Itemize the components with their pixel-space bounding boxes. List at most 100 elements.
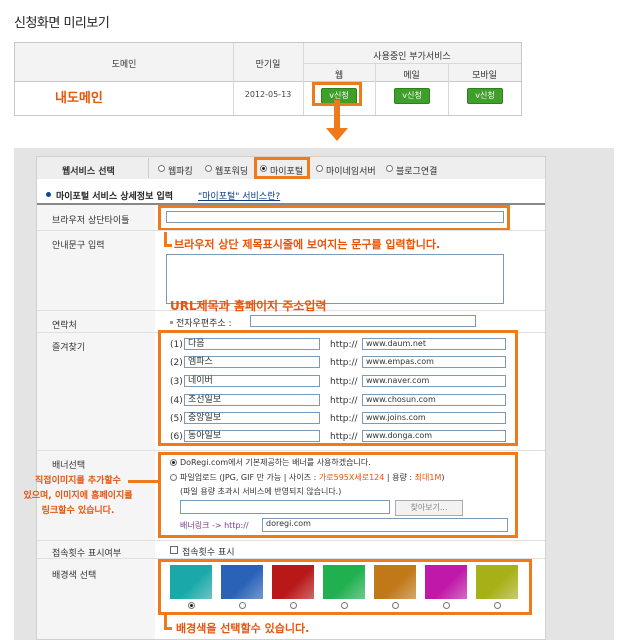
http-prefix: http:// xyxy=(330,377,358,387)
radio-webparking[interactable] xyxy=(158,165,165,172)
banner-option2: 파일업로드 (JPG, GIF 만 가능 | 사이즈 : 가로595X세로124… xyxy=(180,472,445,483)
divider xyxy=(37,450,545,451)
col-domain-header: 도메인 xyxy=(111,60,137,70)
http-prefix: http:// xyxy=(330,340,358,350)
divider xyxy=(37,540,545,541)
fav-url-input[interactable]: www.chosun.com xyxy=(362,394,506,406)
http-prefix: http:// xyxy=(330,396,358,406)
title-annotation: 브라우저 상단 제목표시줄에 보여지는 문구를 입력합니다. xyxy=(174,238,441,251)
bg-annotation: 배경색을 선택할수 있습니다. xyxy=(176,622,310,635)
banner-link-input[interactable]: doregi.com xyxy=(262,518,508,532)
fav-num: (1) xyxy=(170,340,183,350)
apply-mail-button[interactable]: v신청 xyxy=(394,88,430,104)
color-radio[interactable] xyxy=(443,602,450,609)
color-radio[interactable] xyxy=(239,602,246,609)
color-swatch[interactable] xyxy=(323,565,365,599)
opt-mynameserver: 마이네임서버 xyxy=(326,167,376,177)
email-label: 전자우편주소 : xyxy=(176,319,232,329)
upload-spec: | 용량 : xyxy=(384,473,415,482)
banner-label: 배너선택 xyxy=(52,461,86,471)
page-title: 신청화면 미리보기 xyxy=(14,16,110,31)
url-annotation: URL제목과 홈페이지 주소입력 xyxy=(170,299,327,313)
banner-option1: DoRegi.com에서 기본제공하는 배너를 사용하겠습니다. xyxy=(180,458,371,467)
domain-table: 도메인 만기일 사용중인 부가서비스 웹 메일 모바일 내도메인 2012-05… xyxy=(14,42,522,116)
email-input[interactable] xyxy=(250,315,476,327)
color-swatch[interactable] xyxy=(221,565,263,599)
fav-url-input[interactable]: www.donga.com xyxy=(362,430,506,442)
divider xyxy=(448,63,449,115)
http-prefix: http:// xyxy=(330,432,358,442)
fav-url-input[interactable]: www.empas.com xyxy=(362,356,506,368)
fav-url-input[interactable]: www.joins.com xyxy=(362,412,506,424)
divider xyxy=(37,230,545,231)
web-service-label: 웹서비스 선택 xyxy=(62,167,115,177)
section-bullet-icon xyxy=(46,192,51,197)
sub-col-mobile: 모바일 xyxy=(472,71,497,81)
annotation-line xyxy=(164,627,172,630)
fav-num: (2) xyxy=(170,358,183,368)
color-swatch[interactable] xyxy=(272,565,314,599)
fav-url-input[interactable]: www.naver.com xyxy=(362,375,506,387)
sub-col-mail: 메일 xyxy=(403,71,420,81)
highlight-myportal xyxy=(254,157,310,179)
upload-note: (파일 용량 초과시 서비스에 반영되지 않습니다.) xyxy=(180,487,342,496)
favorites-label: 즐겨찾기 xyxy=(52,343,86,353)
opt-blog: 블로그연결 xyxy=(396,167,438,177)
fav-name-input[interactable]: 동아일보 xyxy=(184,430,320,442)
fav-name-input[interactable]: 엠파스 xyxy=(184,356,320,368)
http-prefix: http:// xyxy=(330,414,358,424)
highlight-browser-title xyxy=(158,205,510,231)
color-radio[interactable] xyxy=(494,602,501,609)
fav-name-input[interactable]: 다음 xyxy=(184,338,320,350)
col-services-header: 사용중인 부가서비스 xyxy=(373,52,451,62)
color-radio[interactable] xyxy=(341,602,348,609)
banner-link-label: 배너링크 -> http:// xyxy=(180,521,249,530)
apply-mobile-button[interactable]: v신청 xyxy=(467,88,503,104)
opt-webparking: 웹파킹 xyxy=(168,167,193,177)
sub-col-web: 웹 xyxy=(334,71,344,81)
upload-spec: ) xyxy=(441,473,445,482)
annotation-line xyxy=(164,244,172,247)
radio-blog[interactable] xyxy=(386,165,393,172)
divider xyxy=(375,63,376,115)
color-radio[interactable] xyxy=(392,602,399,609)
fav-name-input[interactable]: 중앙일보 xyxy=(184,412,320,424)
file-path-input[interactable] xyxy=(180,500,390,514)
color-swatch[interactable] xyxy=(425,565,467,599)
bg-color-label: 배경색 선택 xyxy=(52,571,97,581)
fav-num: (5) xyxy=(170,414,183,424)
col-expire-header: 만기일 xyxy=(255,60,281,70)
fav-url-input[interactable]: www.daum.net xyxy=(362,338,506,350)
down-arrow-icon xyxy=(326,128,348,141)
radio-mynameserver[interactable] xyxy=(316,165,323,172)
color-swatch[interactable] xyxy=(476,565,518,599)
upload-spec: 파일업로드 (JPG, GIF 만 가능 | 사이즈 : xyxy=(180,473,319,482)
radio-upload-banner[interactable] xyxy=(170,474,177,481)
domain-name: 내도메인 xyxy=(55,91,103,106)
color-radio[interactable] xyxy=(188,602,195,609)
radio-default-banner[interactable] xyxy=(170,459,177,466)
divider xyxy=(303,63,521,64)
fav-num: (4) xyxy=(170,396,183,406)
browser-title-label: 브라우저 상단타이틀 xyxy=(52,216,130,226)
section-title: 마이포털 서비스 상세정보 입력 xyxy=(56,192,174,202)
color-radio[interactable] xyxy=(290,602,297,609)
banner-annotation: 직접이미지를 추가할수 있으며, 이미지에 홈페이지를 링크할수 있습니다. xyxy=(23,476,133,516)
fav-num: (3) xyxy=(170,377,183,387)
counter-checkbox[interactable] xyxy=(170,546,178,554)
bullet-icon xyxy=(170,321,173,324)
section-help-link[interactable]: "마이포털" 서비스란? xyxy=(198,189,280,202)
opt-webforwarding: 웹포워딩 xyxy=(215,167,249,177)
divider xyxy=(148,158,149,178)
fav-name-input[interactable]: 조선일보 xyxy=(184,394,320,406)
guide-label: 안내문구 입력 xyxy=(52,241,105,251)
arrow-stem xyxy=(334,100,340,130)
http-prefix: http:// xyxy=(330,358,358,368)
fav-num: (6) xyxy=(170,432,183,442)
browse-button[interactable]: 찾아보기... xyxy=(395,500,463,516)
radio-webforwarding[interactable] xyxy=(205,165,212,172)
color-swatch[interactable] xyxy=(170,565,212,599)
color-swatch[interactable] xyxy=(374,565,416,599)
fav-name-input[interactable]: 네이버 xyxy=(184,375,320,387)
upload-capacity: 최대1M xyxy=(414,473,442,482)
